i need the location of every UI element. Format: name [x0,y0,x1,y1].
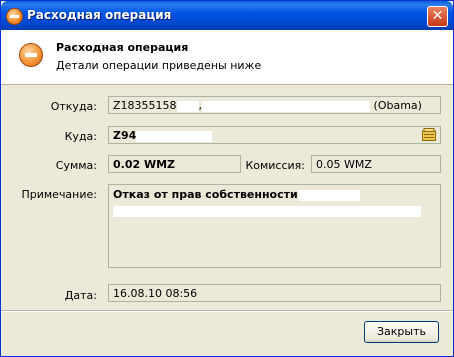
note-value: Отказ от прав собственности [113,188,298,201]
redaction [113,205,421,217]
fee-label: Комиссия: [245,159,305,172]
fee-field[interactable]: 0.05 WMZ [311,155,441,173]
title-bar[interactable]: Расходная операция ✕ [1,1,453,30]
window-title: Расходная операция [27,8,172,22]
header-subtitle: Детали операции приведены ниже [56,59,262,72]
redaction [297,189,360,201]
close-icon[interactable]: ✕ [427,6,448,27]
redaction [176,100,199,112]
sum-field[interactable]: 0.02 WMZ [108,155,241,173]
divider [1,310,453,312]
redaction [136,130,213,142]
expense-icon [6,8,23,25]
minus-circle-icon [19,43,43,67]
note-label: Примечание: [21,188,97,201]
to-label: Куда: [64,130,97,143]
transaction-dialog: Расходная операция ✕ Расходная операция … [0,0,454,357]
date-field[interactable]: 16.08.10 08:56 [108,284,441,302]
redaction [202,100,371,112]
from-label: Откуда: [50,100,97,113]
dialog-header: Расходная операция Детали операции приве… [1,30,453,85]
wallet-icon[interactable] [422,128,436,141]
from-value: Z18355158 [113,99,177,112]
sum-label: Сумма: [55,159,97,172]
close-button[interactable]: Закрыть [364,321,439,343]
to-field[interactable]: Z94 [108,126,441,144]
from-suffix: (Obama) [373,99,422,112]
header-title: Расходная операция [56,41,189,54]
to-value: Z94 [113,129,137,142]
from-field[interactable]: Z18355158, (Obama) [108,96,441,114]
date-label: Дата: [64,289,97,302]
note-field[interactable]: Отказ от прав собственности [108,184,441,268]
